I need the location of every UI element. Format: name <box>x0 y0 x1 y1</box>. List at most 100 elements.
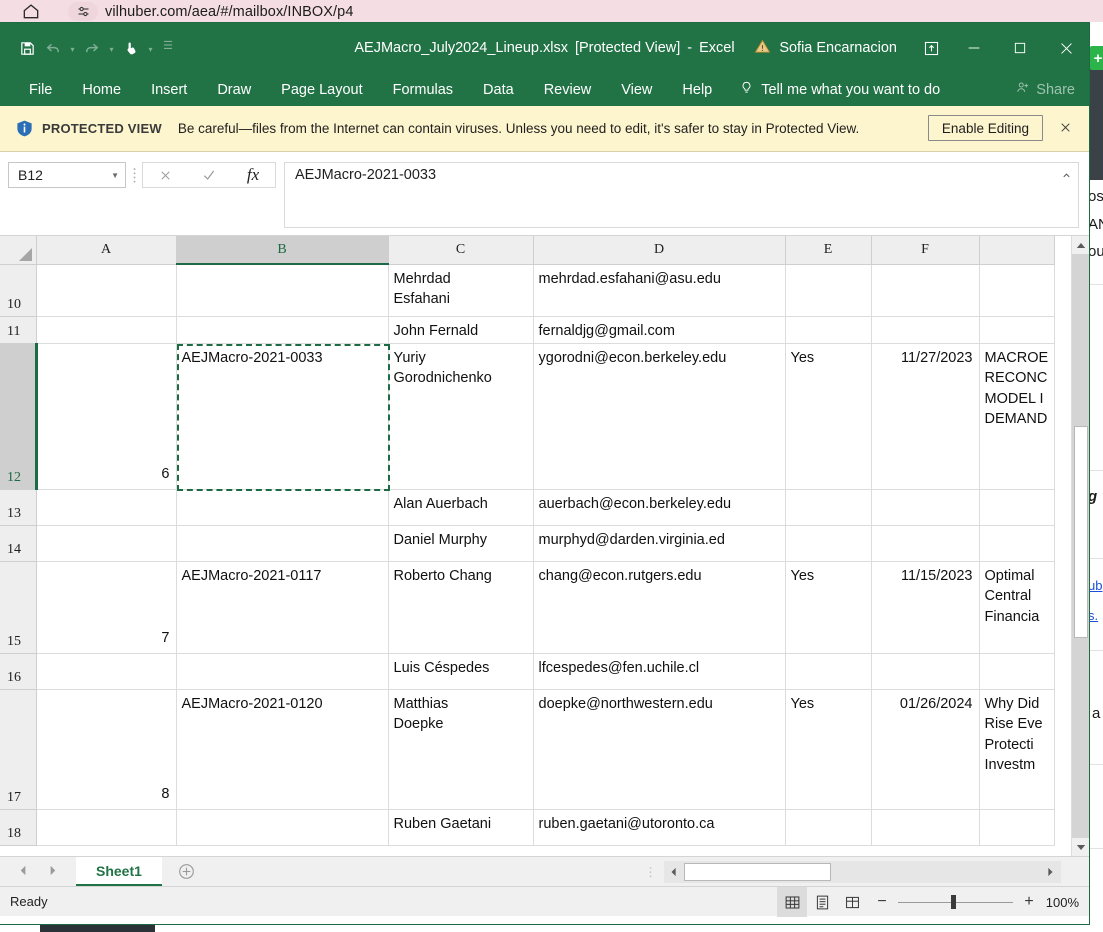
column-header-c[interactable]: C <box>388 236 534 265</box>
cell-c12[interactable]: Yuriy Gorodnichenko <box>388 343 534 490</box>
tab-page-layout[interactable]: Page Layout <box>266 73 377 106</box>
cell-g11[interactable] <box>979 316 1055 344</box>
cell-b17[interactable]: AEJMacro-2021-0120 <box>176 689 389 810</box>
horizontal-scrollbar-thumb[interactable] <box>684 863 831 881</box>
spreadsheet-grid-area[interactable]: A B C D E F 10 Mehrdad Esfahani mehrdad.… <box>0 236 1089 856</box>
cell-c13[interactable]: Alan Auerbach <box>388 489 534 526</box>
column-header-b[interactable]: B <box>176 236 389 265</box>
cell-d17[interactable]: doepke@northwestern.edu <box>533 689 786 810</box>
tab-draw[interactable]: Draw <box>202 73 266 106</box>
check-icon[interactable] <box>187 163 231 187</box>
cell-e15[interactable]: Yes <box>785 561 872 654</box>
cell-c10[interactable]: Mehrdad Esfahani <box>388 264 534 317</box>
tab-review[interactable]: Review <box>529 73 607 106</box>
page-layout-icon[interactable] <box>807 887 837 917</box>
tab-insert[interactable]: Insert <box>136 73 202 106</box>
home-icon[interactable] <box>20 1 42 21</box>
cell-g13[interactable] <box>979 489 1055 526</box>
cell-a13[interactable] <box>36 489 177 526</box>
cell-a15[interactable]: 7 <box>36 561 177 654</box>
enable-editing-button[interactable]: Enable Editing <box>927 115 1043 141</box>
cell-f15[interactable]: 11/15/2023 <box>871 561 980 654</box>
cell-g10[interactable] <box>979 264 1055 317</box>
cell-f18[interactable] <box>871 809 980 846</box>
share-button[interactable]: Share <box>1015 73 1075 106</box>
column-header-f[interactable]: F <box>871 236 980 265</box>
cell-b12[interactable]: AEJMacro-2021-0033 <box>176 343 389 490</box>
cell-e12[interactable]: Yes <box>785 343 872 490</box>
column-header-g[interactable] <box>979 236 1055 265</box>
tab-home[interactable]: Home <box>67 73 136 106</box>
cell-b14[interactable] <box>176 525 389 562</box>
scroll-right-icon[interactable] <box>1040 862 1060 882</box>
cell-a17[interactable]: 8 <box>36 689 177 810</box>
fx-icon[interactable]: fx <box>231 163 275 187</box>
close-icon[interactable] <box>1043 23 1089 73</box>
cell-f13[interactable] <box>871 489 980 526</box>
tab-help[interactable]: Help <box>667 73 727 106</box>
cell-g17[interactable]: Why Did Rise Eve Protecti Investm <box>979 689 1055 810</box>
cell-f10[interactable] <box>871 264 980 317</box>
cell-b11[interactable] <box>176 316 389 344</box>
redo-dropdown-icon[interactable]: ▾ <box>105 33 118 63</box>
sheet-table[interactable]: A B C D E F 10 Mehrdad Esfahani mehrdad.… <box>0 236 1055 846</box>
account-button[interactable]: Sofia Encarnacion <box>740 38 911 59</box>
cell-d10[interactable]: mehrdad.esfahani@asu.edu <box>533 264 786 317</box>
row-header-15[interactable]: 15 <box>0 561 37 654</box>
row-header-10[interactable]: 10 <box>0 264 37 317</box>
cell-g12[interactable]: MACROE RECONC MODEL I DEMAND <box>979 343 1055 490</box>
site-settings-icon[interactable] <box>68 2 98 21</box>
cell-f17[interactable]: 01/26/2024 <box>871 689 980 810</box>
add-sheet-icon[interactable] <box>162 857 211 886</box>
cell-c14[interactable]: Daniel Murphy <box>388 525 534 562</box>
grid-view-icon[interactable] <box>777 887 807 917</box>
cell-b18[interactable] <box>176 809 389 846</box>
page-link[interactable]: ub <box>1088 578 1102 593</box>
vertical-scrollbar-thumb[interactable] <box>1074 426 1088 638</box>
chevron-down-icon[interactable]: ▼ <box>111 171 119 180</box>
cell-d11[interactable]: fernaldjg@gmail.com <box>533 316 786 344</box>
cell-g16[interactable] <box>979 653 1055 690</box>
scroll-down-icon[interactable] <box>1072 838 1089 856</box>
cell-e18[interactable] <box>785 809 872 846</box>
zoom-in-button[interactable]: + <box>1022 893 1036 911</box>
cell-d12[interactable]: ygorodni@econ.berkeley.edu <box>533 343 786 490</box>
customize-qat-icon[interactable]: ☰ <box>157 33 179 63</box>
cell-e10[interactable] <box>785 264 872 317</box>
cell-a16[interactable] <box>36 653 177 690</box>
tab-prev-icon[interactable] <box>18 863 29 881</box>
cell-c16[interactable]: Luis Céspedes <box>388 653 534 690</box>
cell-f16[interactable] <box>871 653 980 690</box>
vertical-dots-icon[interactable] <box>126 162 142 188</box>
column-header-e[interactable]: E <box>785 236 872 265</box>
column-header-d[interactable]: D <box>533 236 786 265</box>
sheet-tab-sheet1[interactable]: Sheet1 <box>76 857 162 886</box>
cell-b10[interactable] <box>176 264 389 317</box>
undo-dropdown-icon[interactable]: ▾ <box>66 33 79 63</box>
row-header-16[interactable]: 16 <box>0 653 37 690</box>
cell-a11[interactable] <box>36 316 177 344</box>
name-box[interactable]: B12 ▼ <box>8 162 126 188</box>
cell-a14[interactable] <box>36 525 177 562</box>
undo-arrow-icon[interactable] <box>40 33 66 63</box>
zoom-out-button[interactable]: − <box>875 893 889 911</box>
cell-g14[interactable] <box>979 525 1055 562</box>
split-handle[interactable] <box>648 864 654 880</box>
touch-pointer-icon[interactable] <box>118 33 144 63</box>
zoom-slider-thumb[interactable] <box>951 895 956 909</box>
select-all-corner-icon[interactable] <box>0 236 37 265</box>
cell-f11[interactable] <box>871 316 980 344</box>
cell-a18[interactable] <box>36 809 177 846</box>
formula-input[interactable]: AEJMacro-2021-0033 <box>284 162 1079 228</box>
cell-e13[interactable] <box>785 489 872 526</box>
cell-d13[interactable]: auerbach@econ.berkeley.edu <box>533 489 786 526</box>
tab-data[interactable]: Data <box>468 73 529 106</box>
maximize-icon[interactable] <box>997 23 1043 73</box>
cancel-x-icon[interactable] <box>143 163 187 187</box>
cell-e11[interactable] <box>785 316 872 344</box>
cell-e16[interactable] <box>785 653 872 690</box>
cell-c17[interactable]: Matthias Doepke <box>388 689 534 810</box>
minimize-icon[interactable] <box>951 23 997 73</box>
cell-c11[interactable]: John Fernald <box>388 316 534 344</box>
tab-next-icon[interactable] <box>47 863 58 881</box>
